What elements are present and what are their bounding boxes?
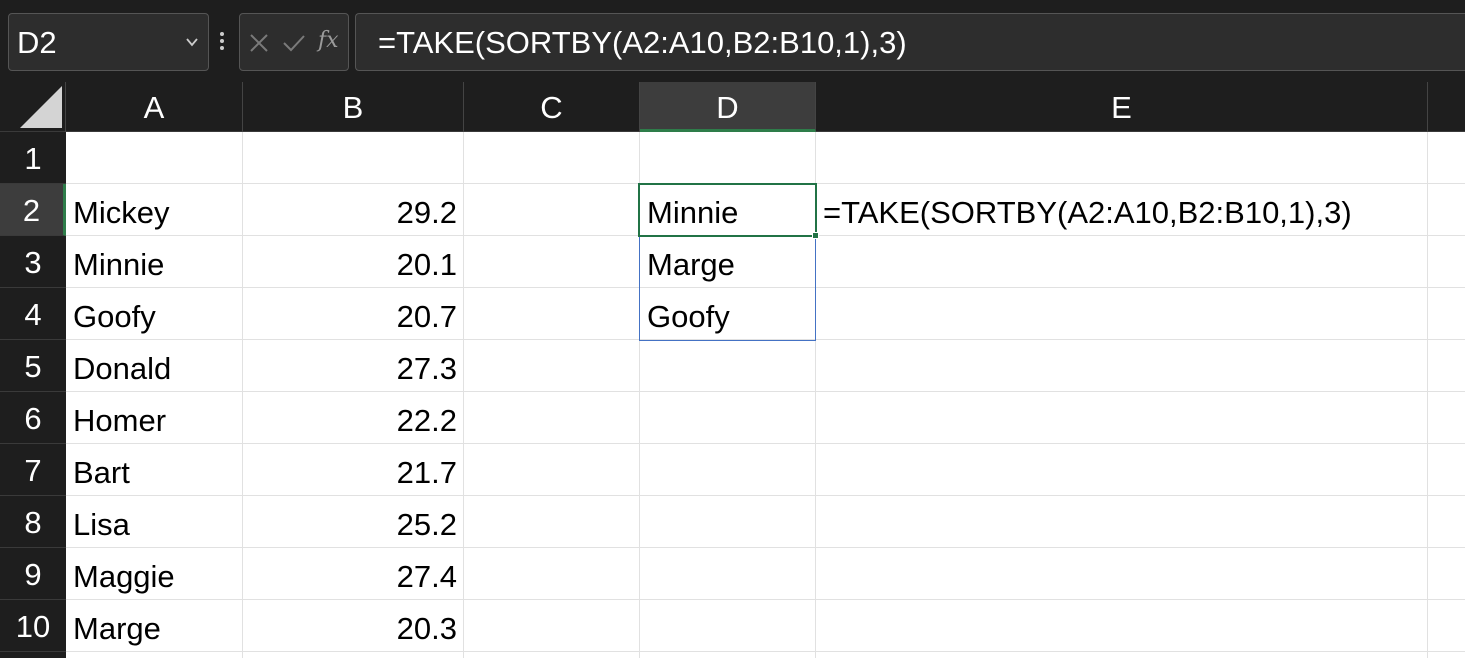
- column-headers: A B C D E: [0, 82, 1465, 132]
- cancel-icon[interactable]: [248, 32, 270, 54]
- cell-b3[interactable]: 20.1: [243, 236, 463, 288]
- column-header-d[interactable]: D: [640, 82, 816, 132]
- cell-b7[interactable]: 21.7: [243, 444, 463, 496]
- name-box-value: D2: [17, 25, 57, 60]
- column-header-c[interactable]: C: [464, 82, 640, 132]
- row-headers: 1 2 3 4 5 6 7 8 9 10: [0, 132, 66, 658]
- cell-a2[interactable]: Mickey: [66, 184, 242, 236]
- row-header-2[interactable]: 2: [0, 184, 66, 236]
- row-header-9[interactable]: 9: [0, 548, 66, 600]
- cell-a5[interactable]: Donald: [66, 340, 242, 392]
- select-all-triangle-icon: [20, 86, 62, 128]
- check-icon[interactable]: [282, 32, 306, 54]
- cell-e2[interactable]: =TAKE(SORTBY(A2:A10,B2:B10,1),3): [816, 184, 1427, 236]
- fill-handle[interactable]: [812, 232, 819, 239]
- cell-b2[interactable]: 29.2: [243, 184, 463, 236]
- cell-a8[interactable]: Lisa: [66, 496, 242, 548]
- row-header-8[interactable]: 8: [0, 496, 66, 548]
- cell-a9[interactable]: Maggie: [66, 548, 242, 600]
- formula-bar-area: D2 fx =TAKE(SORTBY(A2:A10,B2:B10,1),3): [0, 0, 1465, 82]
- name-box[interactable]: D2: [8, 13, 209, 71]
- worksheet-grid[interactable]: Mickey Minnie Goofy Donald Homer Bart Li…: [66, 132, 1465, 658]
- chevron-down-icon[interactable]: [184, 34, 200, 50]
- cell-a7[interactable]: Bart: [66, 444, 242, 496]
- formula-input[interactable]: =TAKE(SORTBY(A2:A10,B2:B10,1),3): [355, 13, 1465, 71]
- cell-a3[interactable]: Minnie: [66, 236, 242, 288]
- cell-a6[interactable]: Homer: [66, 392, 242, 444]
- active-cell-border: [638, 183, 817, 237]
- more-options-icon[interactable]: [218, 30, 226, 52]
- cell-b9[interactable]: 27.4: [243, 548, 463, 600]
- row-header-4[interactable]: 4: [0, 288, 66, 340]
- cell-b4[interactable]: 20.7: [243, 288, 463, 340]
- formula-buttons: fx: [239, 13, 349, 71]
- gridline: [463, 132, 464, 658]
- row-header-1[interactable]: 1: [0, 132, 66, 184]
- row-header-10[interactable]: 10: [0, 600, 66, 652]
- column-header-b[interactable]: B: [243, 82, 464, 132]
- formula-text: =TAKE(SORTBY(A2:A10,B2:B10,1),3): [378, 25, 907, 60]
- row-header-6[interactable]: 6: [0, 392, 66, 444]
- cell-b10[interactable]: 20.3: [243, 600, 463, 652]
- row-header-3[interactable]: 3: [0, 236, 66, 288]
- column-header-a[interactable]: A: [66, 82, 243, 132]
- row-header-7[interactable]: 7: [0, 444, 66, 496]
- column-header-e[interactable]: E: [816, 82, 1428, 132]
- cell-b8[interactable]: 25.2: [243, 496, 463, 548]
- row-header-5[interactable]: 5: [0, 340, 66, 392]
- select-all-button[interactable]: [0, 82, 66, 132]
- gridline: [1427, 132, 1428, 658]
- cell-b5[interactable]: 27.3: [243, 340, 463, 392]
- cell-b6[interactable]: 22.2: [243, 392, 463, 444]
- insert-function-icon[interactable]: fx: [318, 28, 339, 54]
- cell-a4[interactable]: Goofy: [66, 288, 242, 340]
- cell-a10[interactable]: Marge: [66, 600, 242, 652]
